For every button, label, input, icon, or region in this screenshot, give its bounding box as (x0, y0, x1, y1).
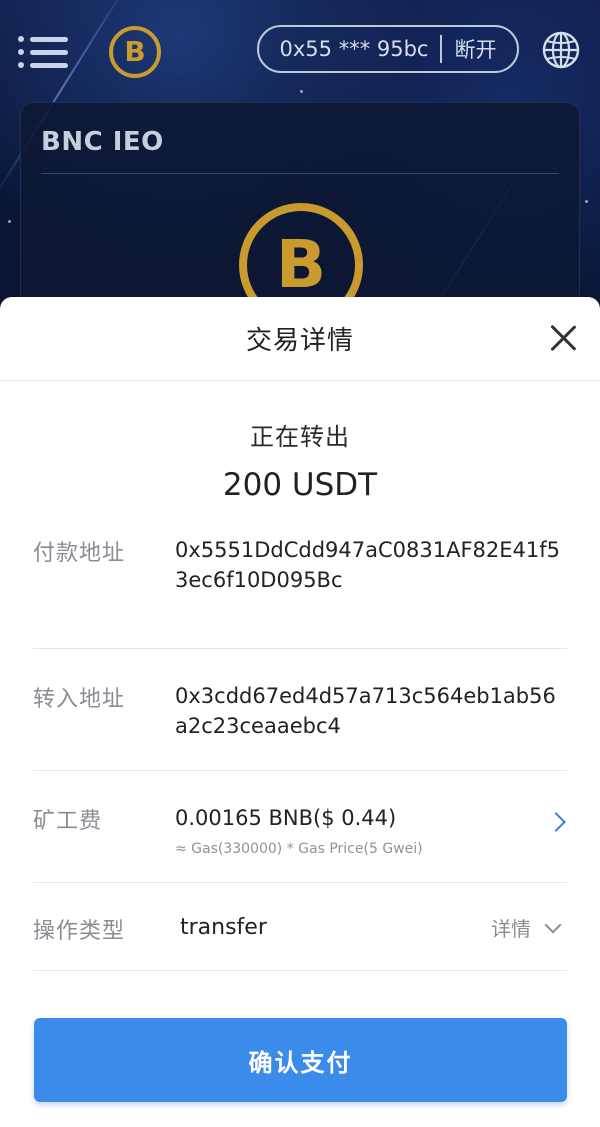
logo-letter-large: B (275, 226, 327, 303)
close-icon[interactable] (548, 323, 578, 353)
to-address-row: 转入地址 0x3cdd67ed4d57a713c564eb1ab56a2c23c… (33, 681, 567, 761)
transaction-details-sheet: 交易详情 正在转出 200 USDT 付款地址 0x5551DdCdd947aC… (0, 297, 600, 1127)
disconnect-button[interactable]: 断开 (454, 34, 496, 64)
miner-fee-label: 矿工费 (33, 809, 103, 834)
to-address-value: 0x3cdd67ed4d57a713c564eb1ab56a2c23ceaaeb… (175, 684, 556, 738)
brand-logo-icon[interactable]: B (109, 26, 161, 78)
divider (33, 770, 567, 771)
wallet-connection-pill[interactable]: 0x55 *** 95bc 断开 (257, 25, 519, 73)
operation-type-label: 操作类型 (33, 919, 126, 944)
menu-icon[interactable] (18, 34, 68, 70)
details-toggle[interactable]: 详情 (491, 913, 562, 942)
divider (33, 648, 567, 649)
miner-fee-value: 0.00165 BNB($ 0.44) (175, 806, 397, 830)
chevron-right-icon[interactable] (546, 812, 566, 832)
logo-letter: B (124, 35, 146, 68)
wallet-address: 0x55 *** 95bc (279, 37, 429, 61)
operation-type-row: 操作类型 transfer 详情 (33, 913, 567, 953)
background-star (585, 200, 588, 203)
miner-fee-detail: ≈ Gas(330000) * Gas Price(5 Gwei) (175, 841, 423, 857)
from-address-label: 付款地址 (33, 541, 126, 566)
from-address-row: 付款地址 0x5551DdCdd947aC0831AF82E41f53ec6f1… (33, 535, 567, 615)
transfer-amount: 200 USDT (222, 467, 378, 503)
globe-icon[interactable] (541, 30, 581, 70)
card-title: BNC IEO (41, 127, 164, 157)
background-star (8, 220, 11, 223)
from-address-value: 0x5551DdCdd947aC0831AF82E41f53ec6f10D095… (175, 538, 561, 592)
details-label: 详情 (491, 917, 531, 941)
miner-fee-row[interactable]: 矿工费 0.00165 BNB($ 0.44) ≈ Gas(330000) * … (33, 803, 567, 867)
card-divider (41, 173, 559, 174)
confirm-payment-button[interactable]: 确认支付 (34, 1018, 567, 1102)
top-bar: B 0x55 *** 95bc 断开 (0, 0, 600, 100)
chevron-down-icon (544, 916, 562, 933)
divider (33, 970, 567, 971)
pill-divider (440, 35, 443, 63)
divider (33, 882, 567, 883)
sheet-title: 交易详情 (245, 326, 354, 356)
transfer-status: 正在转出 (250, 423, 350, 451)
sheet-header: 交易详情 (0, 297, 600, 381)
to-address-label: 转入地址 (33, 687, 126, 712)
